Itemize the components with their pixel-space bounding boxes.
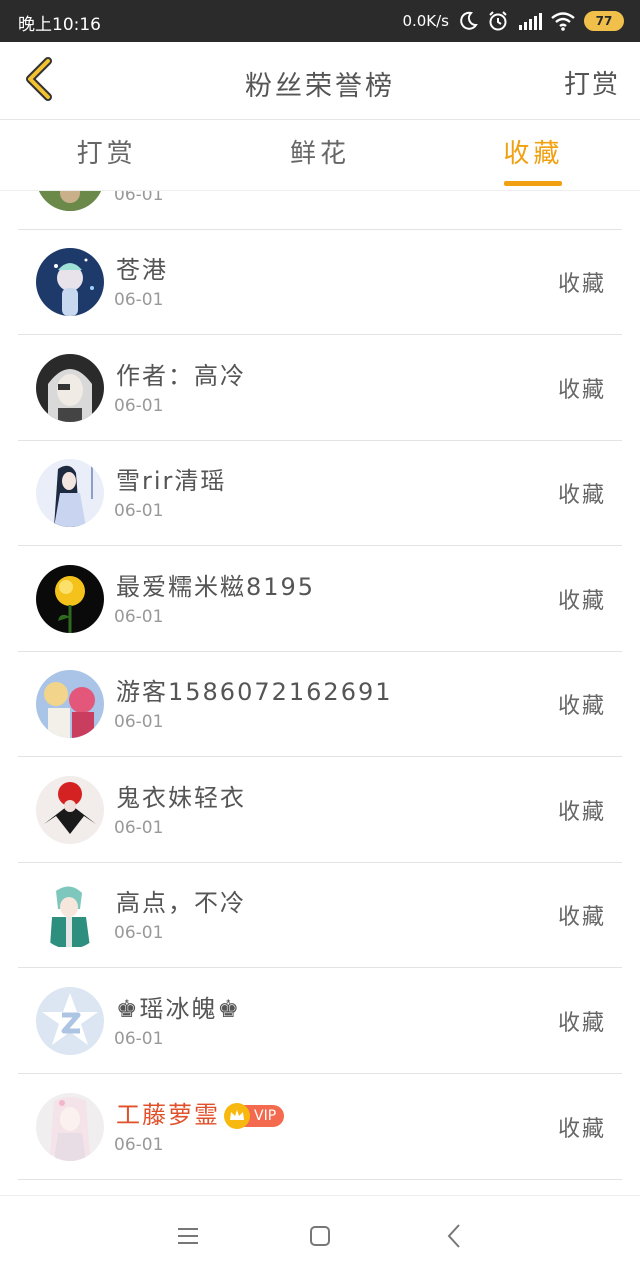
avatar <box>36 1093 104 1161</box>
list-item[interactable]: 06-01 <box>18 191 622 230</box>
row-date: 06-01 <box>114 607 164 627</box>
row-name: 工藤萝霊 VIP <box>116 1095 285 1130</box>
list-item[interactable]: 工藤萝霊 VIP 06-01 收藏 <box>18 1075 622 1180</box>
row-action: 收藏 <box>557 272 606 297</box>
title-bar: 粉丝荣誉榜 打赏 <box>0 42 640 120</box>
row-name: 游客1586072162691 <box>116 678 393 706</box>
battery-icon: 77 <box>584 11 624 31</box>
row-date: 06-01 <box>114 923 164 943</box>
row-action: 收藏 <box>557 483 606 508</box>
vip-badge: VIP <box>224 1103 285 1129</box>
avatar <box>36 670 104 738</box>
row-name: 鬼衣妹轻衣 <box>116 784 246 812</box>
tab-favorites[interactable]: 收藏 <box>427 121 640 190</box>
row-date: 06-01 <box>114 290 164 310</box>
row-action: 收藏 <box>557 694 606 719</box>
avatar <box>36 987 104 1055</box>
network-speed: 0.0K/s <box>402 12 449 30</box>
menu-button[interactable] <box>172 1222 204 1254</box>
list-item[interactable]: 作者：高冷 06-01 收藏 <box>18 336 622 441</box>
avatar <box>36 248 104 316</box>
list-item[interactable]: 游客1586072162691 06-01 收藏 <box>18 652 622 757</box>
tab-label: 收藏 <box>503 139 564 169</box>
row-action: 收藏 <box>557 589 606 614</box>
list-item[interactable]: 鬼衣妹轻衣 06-01 收藏 <box>18 758 622 863</box>
row-name-text: 工藤萝霊 <box>116 1101 220 1129</box>
row-date: 06-01 <box>114 1029 164 1049</box>
row-date: 06-01 <box>114 501 164 521</box>
list-item[interactable]: ♚瑶冰魄♚ 06-01 收藏 <box>18 969 622 1074</box>
menu-icon <box>176 1226 200 1250</box>
list-item[interactable]: 苍港 06-01 收藏 <box>18 230 622 335</box>
home-button[interactable] <box>304 1222 336 1254</box>
row-action: 收藏 <box>557 800 606 825</box>
fan-ranking-list: 06-01 苍港 06-01 收藏 作者：高冷 06-01 收藏 雪rir清瑶 … <box>0 191 640 1195</box>
tab-bar: 打赏 鲜花 收藏 <box>0 121 640 191</box>
status-icons: 0.0K/s 77 <box>402 8 624 34</box>
back-triangle-icon <box>444 1223 464 1253</box>
row-date: 06-01 <box>114 396 164 416</box>
row-date: 06-01 <box>114 818 164 838</box>
row-date: 06-01 <box>114 712 164 732</box>
list-item[interactable]: 雪rir清瑶 06-01 收藏 <box>18 441 622 546</box>
wifi-icon <box>551 11 575 31</box>
row-name: ♚瑶冰魄♚ <box>116 995 242 1023</box>
tab-reward[interactable]: 打赏 <box>0 121 213 190</box>
avatar <box>36 776 104 844</box>
row-date: 06-01 <box>114 191 164 205</box>
tab-label: 打赏 <box>76 139 137 169</box>
signal-icon <box>518 12 542 30</box>
avatar <box>36 459 104 527</box>
tab-label: 鲜花 <box>289 139 350 169</box>
avatar <box>36 354 104 422</box>
avatar <box>36 191 104 211</box>
status-bar: 晚上10:16 0.0K/s 77 <box>0 0 640 42</box>
row-name: 作者：高冷 <box>116 362 246 390</box>
reward-button[interactable]: 打赏 <box>564 64 620 101</box>
avatar <box>36 565 104 633</box>
row-action: 收藏 <box>557 378 606 403</box>
row-action: 收藏 <box>557 905 606 930</box>
page-title: 粉丝荣誉榜 <box>245 71 395 102</box>
system-nav-bar <box>0 1195 640 1280</box>
row-name: 雪rir清瑶 <box>116 467 227 495</box>
row-name: 苍港 <box>116 256 168 284</box>
row-name: 高点，不冷 <box>116 889 246 917</box>
status-time: 晚上10:16 <box>18 15 101 35</box>
tab-flowers[interactable]: 鲜花 <box>213 121 426 190</box>
list-item[interactable]: 最爱糯米糍8195 06-01 收藏 <box>18 547 622 652</box>
alarm-icon <box>487 10 509 32</box>
row-action: 收藏 <box>557 1117 606 1142</box>
row-date: 06-01 <box>114 1135 164 1155</box>
crown-icon <box>224 1103 250 1129</box>
home-square-icon <box>308 1224 332 1252</box>
row-name: 最爱糯米糍8195 <box>116 573 316 601</box>
avatar <box>36 881 104 949</box>
moon-icon <box>458 11 478 31</box>
row-action: 收藏 <box>557 1011 606 1036</box>
back-nav-button[interactable] <box>438 1222 470 1254</box>
list-item[interactable]: 高点，不冷 06-01 收藏 <box>18 863 622 968</box>
active-tab-indicator <box>504 181 563 186</box>
